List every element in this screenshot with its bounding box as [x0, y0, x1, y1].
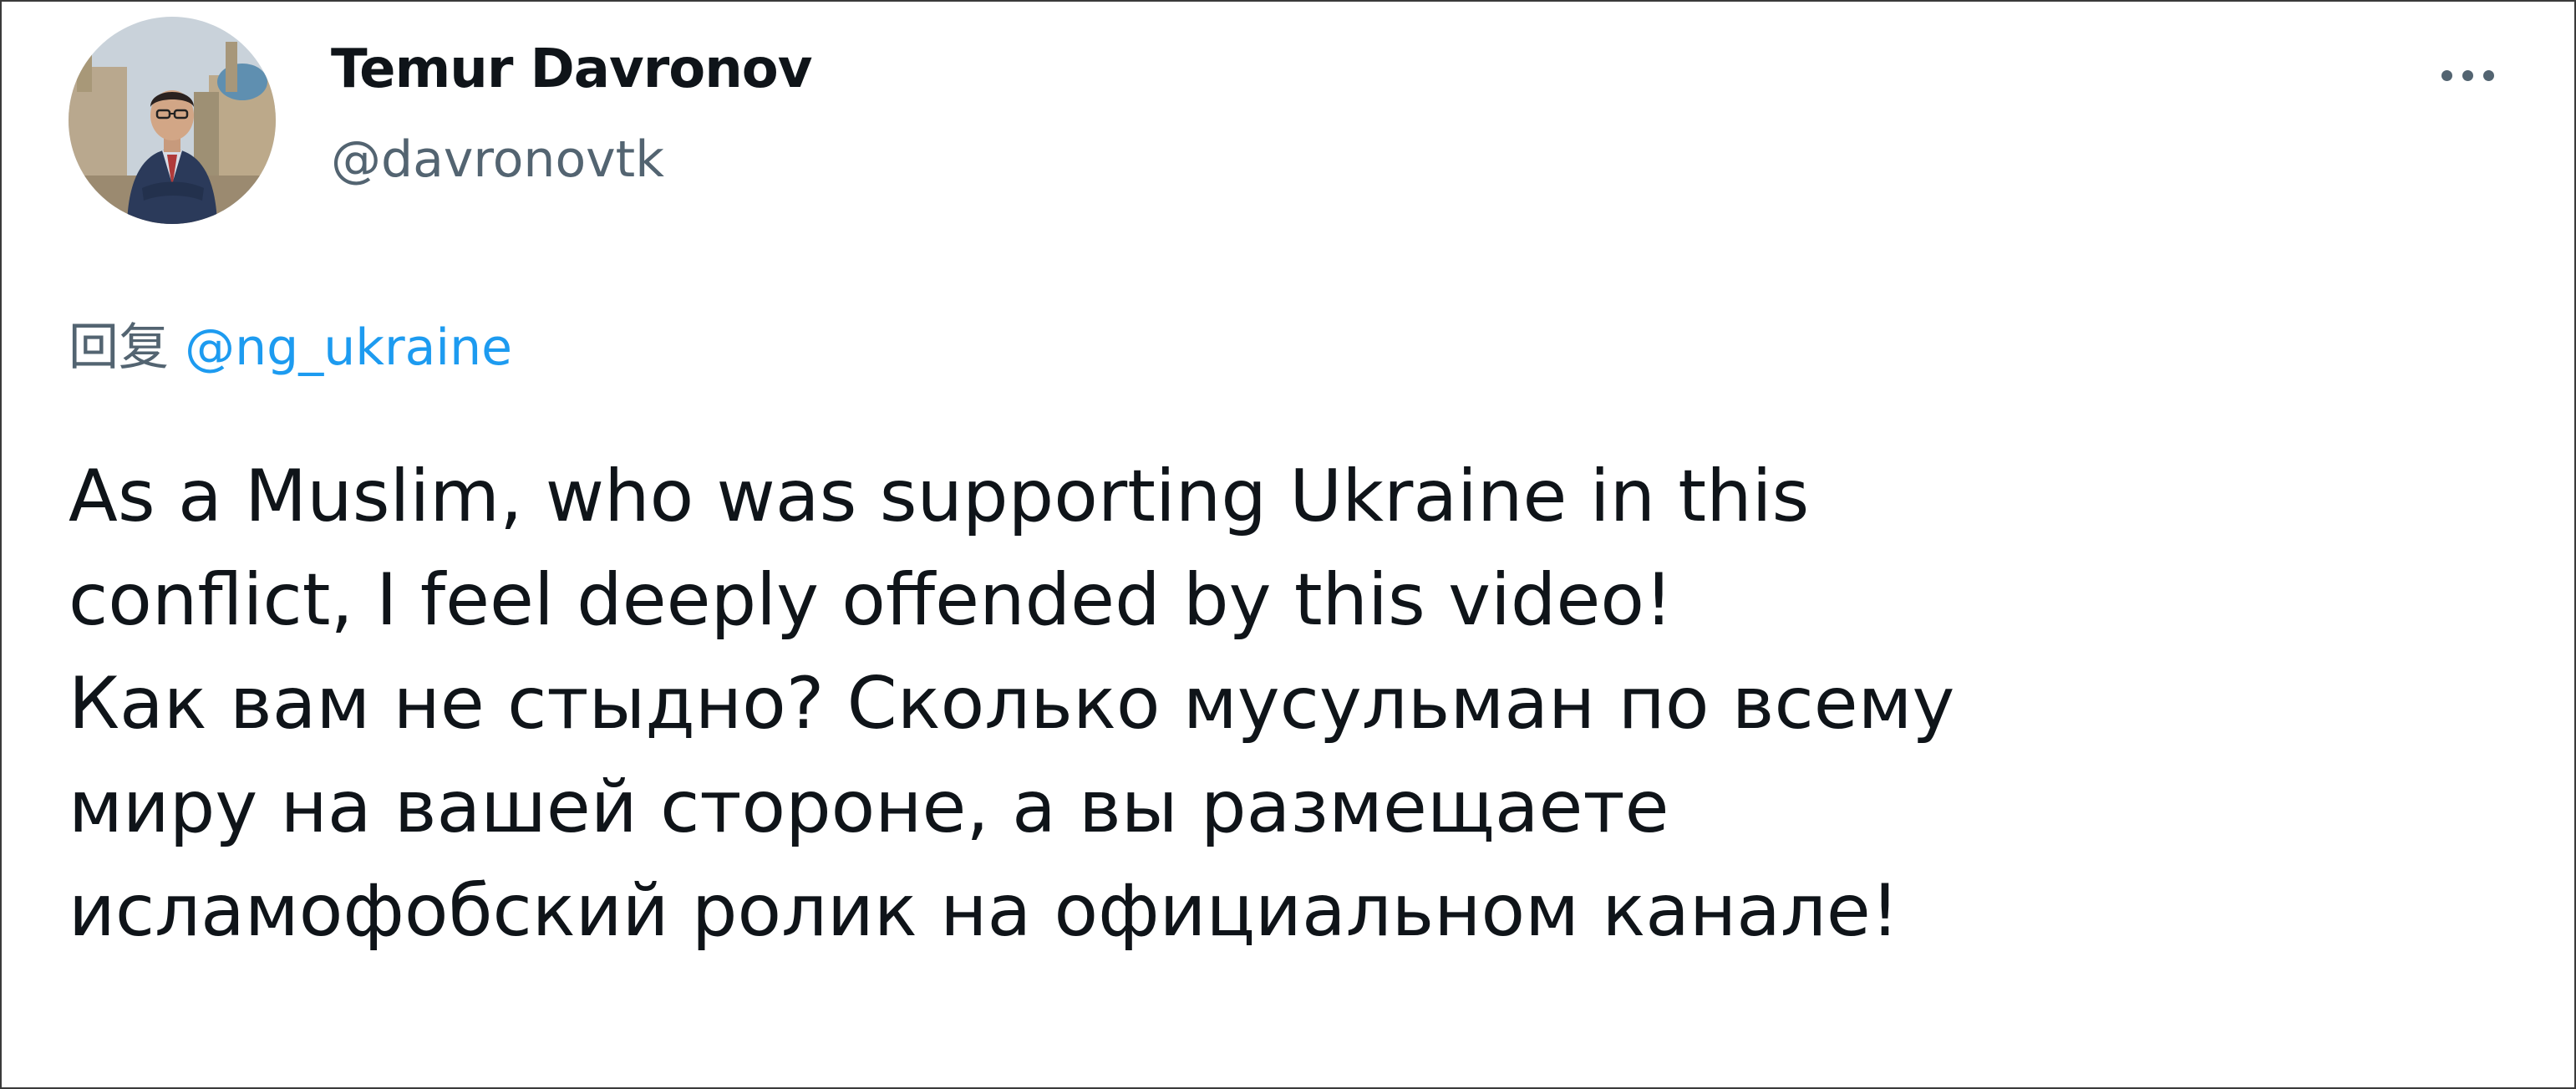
tweet-text-line: conflict, I feel deeply offended by this…: [69, 558, 1674, 642]
avatar-photo: [69, 17, 276, 224]
tweet-card: Temur Davronov @davronovtk 回复 @ng_ukrain…: [0, 0, 2576, 1089]
more-horizontal-icon-dot: [2462, 69, 2473, 81]
more-horizontal-icon-dot: [2482, 69, 2494, 81]
author-handle[interactable]: @davronovtk: [331, 130, 664, 189]
reply-mention-link[interactable]: @ng_ukraine: [185, 318, 512, 377]
author-display-name[interactable]: Temur Davronov: [331, 38, 812, 100]
tweet-text-line: миру на вашей стороне, а вы размещаете: [69, 766, 1669, 849]
tweet-text: As a Muslim, who was supporting Ukraine …: [69, 445, 2525, 963]
avatar[interactable]: [69, 17, 276, 224]
tweet-text-line: As a Muslim, who was supporting Ukraine …: [69, 455, 1810, 538]
more-options-button[interactable]: [2421, 50, 2513, 100]
reply-context: 回复 @ng_ukraine: [69, 307, 512, 379]
reply-prefix: 回复: [69, 318, 169, 377]
tweet-text-line: исламофобский ролик на официальном канал…: [69, 869, 1900, 953]
more-horizontal-icon: [2441, 69, 2452, 81]
tweet-text-line: Как вам не стыдно? Сколько мусульман по …: [69, 662, 1955, 746]
